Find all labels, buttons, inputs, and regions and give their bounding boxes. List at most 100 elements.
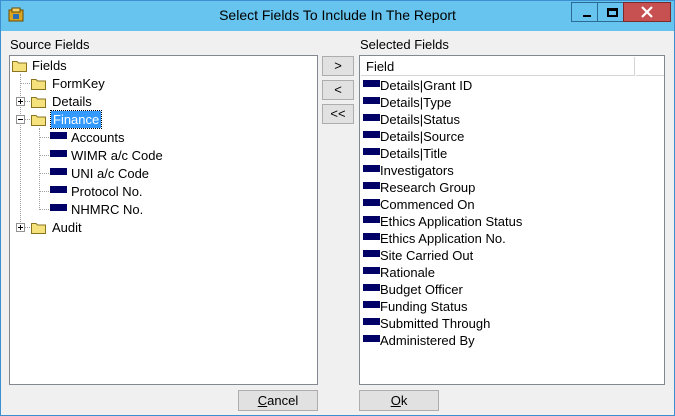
- tree-node-label: Audit: [52, 220, 82, 235]
- list-item[interactable]: Administered By: [363, 332, 653, 349]
- close-icon: [641, 6, 653, 18]
- tree-guide-line: [39, 128, 40, 210]
- tree-guide-line: [39, 137, 49, 138]
- tree-node-audit[interactable]: Audit: [31, 219, 151, 236]
- minimize-icon: [583, 15, 591, 17]
- field-icon: [363, 199, 380, 206]
- tree-node-label: Accounts: [71, 130, 125, 145]
- list-item[interactable]: Details|Source: [363, 128, 653, 145]
- tree-guide-line: [39, 173, 49, 174]
- add-field-button[interactable]: >: [322, 56, 354, 76]
- list-item-label: Ethics Application No.: [380, 231, 506, 246]
- tree-node-formkey[interactable]: FormKey: [31, 75, 151, 92]
- field-icon: [50, 132, 67, 139]
- list-item-label: Research Group: [380, 180, 476, 195]
- cancel-button[interactable]: Cancel: [238, 390, 318, 411]
- collapse-icon[interactable]: [16, 115, 25, 124]
- cancel-button-mnemonic: C: [257, 393, 268, 408]
- tree-node-label: WIMR a/c Code: [71, 148, 163, 163]
- column-header-filler: [636, 57, 664, 76]
- folder-icon: [31, 79, 46, 90]
- remove-field-button[interactable]: <: [322, 80, 354, 100]
- list-item-label: Commenced On: [380, 197, 475, 212]
- tree-node-details[interactable]: Details: [31, 93, 151, 110]
- tree-node-label: UNI a/c Code: [71, 166, 150, 181]
- field-icon: [363, 216, 380, 223]
- list-item-label: Details|Status: [380, 112, 460, 127]
- list-item-label: Funding Status: [380, 299, 468, 314]
- list-item-label: Budget Officer: [380, 282, 463, 297]
- field-icon: [50, 150, 67, 157]
- cancel-button-label: ancel: [267, 393, 299, 408]
- close-button[interactable]: [623, 2, 671, 22]
- list-item[interactable]: Rationale: [363, 264, 653, 281]
- list-item[interactable]: Details|Status: [363, 111, 653, 128]
- field-icon: [50, 186, 67, 193]
- list-item[interactable]: Budget Officer: [363, 281, 653, 298]
- expand-icon[interactable]: [16, 97, 25, 106]
- source-fields-tree[interactable]: Fields FormKey Details Finance Accounts …: [9, 55, 318, 385]
- tree-node-label: FormKey: [52, 76, 105, 91]
- folder-icon: [31, 97, 46, 108]
- tree-node-fields[interactable]: Fields: [12, 57, 132, 74]
- list-item[interactable]: Site Carried Out: [363, 247, 653, 264]
- folder-open-icon: [12, 61, 27, 72]
- list-item-label: Submitted Through: [380, 316, 491, 331]
- field-icon: [363, 182, 380, 189]
- selected-fields-list[interactable]: Field Details|Grant ID Details|Type Detail…: [359, 55, 665, 385]
- list-item[interactable]: Funding Status: [363, 298, 653, 315]
- list-item[interactable]: Details|Type: [363, 94, 653, 111]
- dialog-window: Select Fields To Include In The Report S…: [0, 0, 675, 416]
- tree-node-finance[interactable]: Finance: [31, 110, 151, 129]
- list-item[interactable]: Ethics Application Status: [363, 213, 653, 230]
- list-item-label: Details|Title: [380, 146, 448, 161]
- expand-icon[interactable]: [16, 223, 25, 232]
- list-item-label: Site Carried Out: [380, 248, 474, 263]
- list-item-label: Ethics Application Status: [380, 214, 523, 229]
- list-item[interactable]: Ethics Application No.: [363, 230, 653, 247]
- ok-button[interactable]: Ok: [359, 390, 439, 411]
- field-icon: [363, 284, 380, 291]
- list-item-label: Details|Source: [380, 129, 465, 144]
- tree-node-label: Details: [52, 94, 92, 109]
- title-bar[interactable]: Select Fields To Include In The Report: [1, 1, 674, 31]
- tree-node-label: NHMRC No.: [71, 202, 144, 217]
- list-item[interactable]: Investigators: [363, 162, 653, 179]
- field-icon: [363, 80, 380, 87]
- field-icon: [363, 318, 380, 325]
- tree-guide-line: [39, 191, 49, 192]
- maximize-icon: [607, 8, 618, 17]
- folder-open-icon: [31, 115, 46, 126]
- field-icon: [50, 168, 67, 175]
- field-icon: [363, 335, 380, 342]
- tree-guide-line: [39, 209, 49, 210]
- field-icon: [363, 97, 380, 104]
- source-fields-label: Source Fields: [10, 37, 90, 52]
- tree-node-uni-code[interactable]: UNI a/c Code: [50, 165, 250, 182]
- tree-node-accounts[interactable]: Accounts: [50, 129, 250, 146]
- tree-node-wimr-code[interactable]: WIMR a/c Code: [50, 147, 250, 164]
- tree-node-protocol-no[interactable]: Protocol No.: [50, 183, 250, 200]
- tree-node-label: Finance: [49, 110, 103, 129]
- field-icon: [363, 165, 380, 172]
- field-icon: [363, 250, 380, 257]
- list-item[interactable]: Details|Title: [363, 145, 653, 162]
- list-item[interactable]: Commenced On: [363, 196, 653, 213]
- list-item-label: Rationale: [380, 265, 435, 280]
- field-icon: [363, 267, 380, 274]
- tree-node-nhmrc-no[interactable]: NHMRC No.: [50, 201, 250, 218]
- field-icon: [363, 148, 380, 155]
- list-item-label: Details|Type: [380, 95, 452, 110]
- list-item[interactable]: Research Group: [363, 179, 653, 196]
- field-icon: [363, 233, 380, 240]
- ok-button-mnemonic: O: [390, 393, 401, 408]
- column-header-field[interactable]: Field: [361, 57, 635, 76]
- list-item-label: Details|Grant ID: [380, 78, 473, 93]
- list-item-label: Administered By: [380, 333, 475, 348]
- remove-all-fields-button[interactable]: <<: [322, 104, 354, 124]
- list-item[interactable]: Details|Grant ID: [363, 77, 653, 94]
- list-item[interactable]: Submitted Through: [363, 315, 653, 332]
- field-icon: [363, 131, 380, 138]
- folder-icon: [31, 223, 46, 234]
- ok-button-label: k: [400, 393, 408, 408]
